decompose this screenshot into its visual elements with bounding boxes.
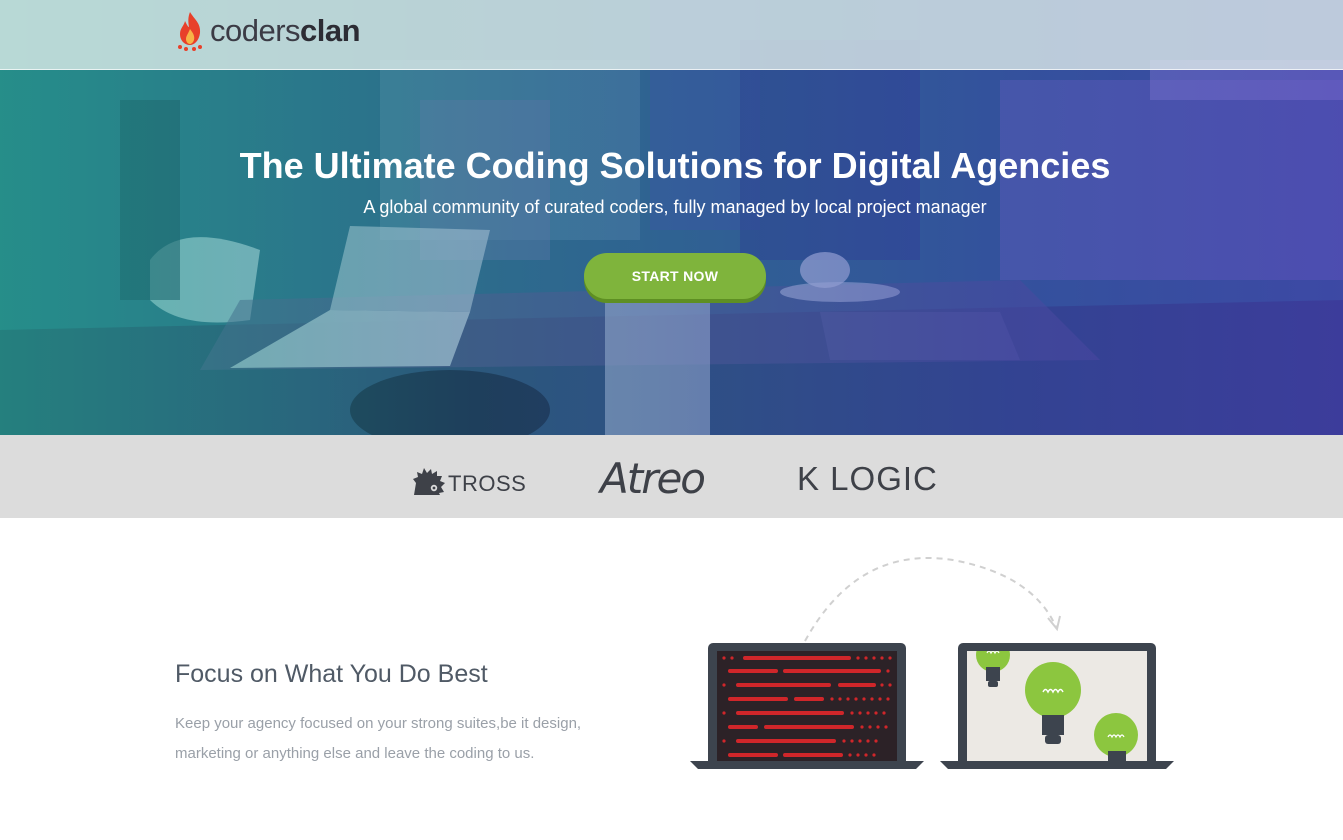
client-logo-atreo: Atreo	[600, 453, 706, 503]
start-now-button[interactable]: START NOW	[584, 253, 766, 299]
hero-title: The Ultimate Coding Solutions for Digita…	[239, 145, 1111, 186]
client-logo-klogic: K LOGIC	[797, 460, 938, 497]
flame-logo-icon	[178, 12, 202, 51]
logo-word-bold: clan	[300, 13, 361, 48]
lightbulb-laptop-icon	[940, 643, 1174, 769]
coding-to-ideas-illustration	[690, 556, 1174, 769]
feature-description: Keep your agency focused on your strong …	[175, 715, 582, 762]
hero-section: codersclan The Ultimate Coding Solutions…	[0, 0, 1343, 435]
client-name: TROSS	[448, 471, 527, 496]
hero-subtitle: A global community of curated coders, fu…	[363, 197, 987, 217]
curved-arrow-icon	[804, 556, 1061, 642]
client-logo-tross: TROSS	[412, 465, 526, 499]
top-navigation-bar: codersclan	[0, 0, 1343, 70]
code-laptop-icon	[690, 643, 924, 769]
hedgehog-icon	[413, 468, 445, 495]
logo-word-light: coders	[210, 13, 301, 48]
feature-title: Focus on What You Do Best	[175, 660, 488, 688]
logo-wordmark: codersclan	[210, 13, 361, 49]
coderclan-logo[interactable]: codersclan	[174, 8, 361, 54]
client-logos-bar: TROSS Atreo K LOGIC	[0, 435, 1343, 518]
